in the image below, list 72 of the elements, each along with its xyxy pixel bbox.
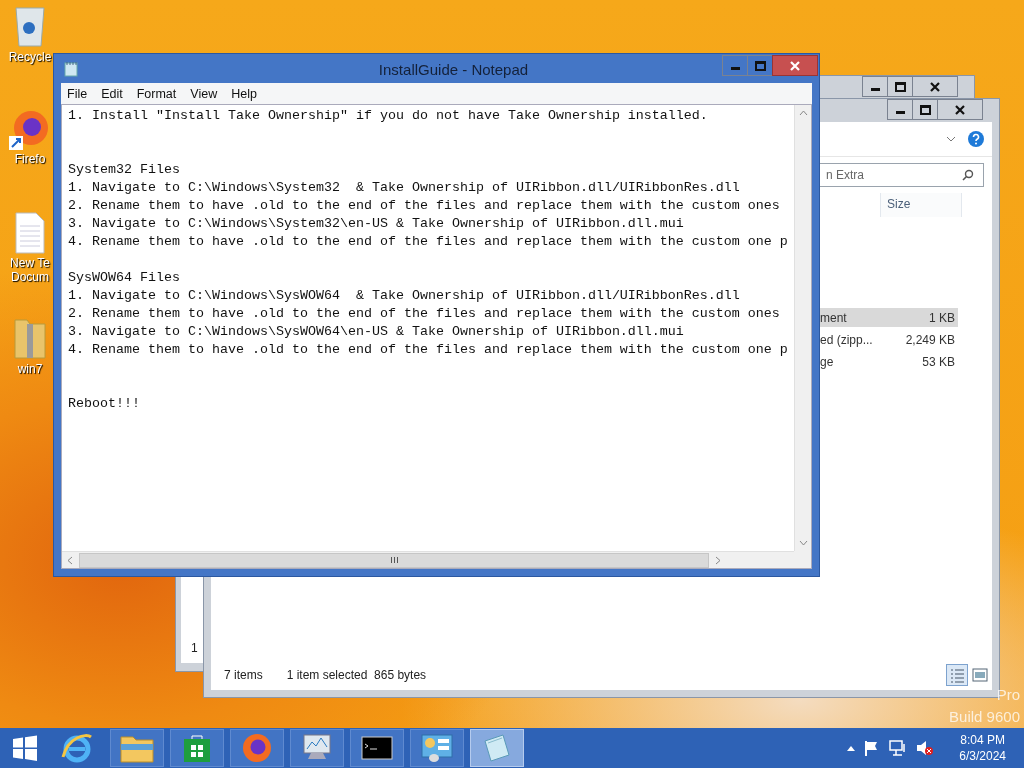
text-line: 4. Rename them to have .old to the end of the files and replace them with the custom one p bbox=[68, 233, 788, 251]
watermark-text: Pro bbox=[996, 685, 1020, 705]
command-prompt-icon bbox=[361, 736, 393, 760]
chevron-down-icon[interactable] bbox=[946, 136, 956, 142]
text-line: 1. Navigate to C:\Windows\SysWOW64 & Take Ownership of UIRibbon.dll/UIRibbonRes.dll bbox=[68, 287, 741, 305]
browser-e-icon bbox=[60, 731, 94, 765]
clock[interactable]: 8:04 PM 6/3/2024 bbox=[959, 732, 1006, 764]
column-header[interactable]: Size bbox=[880, 193, 962, 217]
text-line: System32 Files bbox=[68, 161, 181, 179]
taskbar-button[interactable] bbox=[410, 729, 464, 767]
close-icon bbox=[955, 104, 965, 115]
taskbar-button[interactable] bbox=[170, 729, 224, 767]
control-panel-icon bbox=[420, 733, 454, 763]
menu-item[interactable]: View bbox=[190, 86, 218, 101]
text-line: 1. Install "Install Take Ownership" if you do not have Take Ownership installed. bbox=[68, 107, 709, 125]
menu-item[interactable]: Edit bbox=[101, 86, 123, 101]
text-line: SysWOW64 Files bbox=[68, 269, 181, 287]
close-button[interactable] bbox=[772, 55, 818, 76]
notepad-icon bbox=[64, 60, 78, 77]
minimize-button[interactable] bbox=[862, 76, 888, 97]
file-row[interactable]: ed (zipp... 2,249 KB bbox=[818, 330, 958, 349]
search-icon[interactable] bbox=[962, 169, 974, 181]
minimize-button[interactable] bbox=[887, 99, 913, 120]
text-line: 2. Rename them to have .old to the end of the files and replace them with the custom ones bbox=[68, 305, 781, 323]
show-hidden-icons-icon[interactable] bbox=[847, 745, 856, 751]
watermark-text: Build 9600 bbox=[949, 707, 1020, 727]
text-line: 3. Navigate to C:\Windows\System32\en-US & Take Ownership of UIRibbon.dll.mui bbox=[68, 215, 685, 233]
file-size: 2,249 KB bbox=[905, 332, 955, 347]
file-name: ge bbox=[819, 354, 834, 369]
file-name: ed (zipp... bbox=[819, 332, 873, 347]
menu-item[interactable]: Help bbox=[231, 86, 257, 101]
large-icons-view-icon[interactable] bbox=[972, 668, 988, 682]
file-size: 53 KB bbox=[922, 354, 955, 369]
firefox-icon[interactable] bbox=[9, 108, 51, 150]
maximize-button[interactable] bbox=[912, 99, 938, 120]
vertical-scrollbar[interactable] bbox=[794, 105, 811, 551]
file-name: ment bbox=[819, 310, 847, 325]
close-button[interactable] bbox=[912, 76, 958, 97]
text-line: Reboot!!! bbox=[68, 395, 141, 413]
text-line: 1. Navigate to C:\Windows\System32 & Take Ownership of UIRibbon.dll/UIRibbonRes.dll bbox=[68, 179, 741, 197]
taskbar-button[interactable] bbox=[290, 729, 344, 767]
recycle-bin-icon[interactable] bbox=[12, 4, 48, 48]
muted-speaker-icon[interactable] bbox=[916, 740, 935, 756]
file-list-text: 1 bbox=[191, 641, 198, 655]
clock-time: 8:04 PM bbox=[960, 732, 1005, 748]
windows-logo-icon[interactable] bbox=[12, 735, 38, 761]
file-row[interactable]: ment 1 KB bbox=[818, 308, 958, 327]
close-icon bbox=[790, 60, 800, 71]
notepad-icon bbox=[482, 733, 512, 763]
folder-icon bbox=[120, 733, 154, 763]
help-icon[interactable] bbox=[968, 131, 984, 147]
status-item-count: 7 items bbox=[224, 668, 263, 682]
file-size: 1 KB bbox=[929, 310, 955, 325]
menu-item[interactable]: Format bbox=[136, 86, 177, 101]
close-icon bbox=[930, 81, 940, 92]
taskbar-button[interactable] bbox=[350, 729, 404, 767]
shopping-bag-icon bbox=[183, 733, 211, 763]
text-line: 4. Rename them to have .old to the end of the files and replace them with the custom one p bbox=[68, 341, 788, 359]
search-field[interactable]: n Extra bbox=[819, 163, 984, 187]
close-button[interactable] bbox=[937, 99, 983, 120]
text-line: 2. Rename them to have .old to the end of the files and replace them with the custom ones bbox=[68, 197, 781, 215]
window-title: InstallGuide - Notepad bbox=[378, 61, 529, 78]
clock-date: 6/3/2024 bbox=[959, 748, 1006, 764]
firefox-icon bbox=[241, 732, 273, 764]
menu-item[interactable]: File bbox=[67, 86, 88, 101]
scrollbar-thumb[interactable] bbox=[79, 552, 709, 568]
network-icon[interactable] bbox=[889, 740, 908, 756]
horizontal-scrollbar[interactable] bbox=[62, 551, 794, 568]
status-selection: 1 item selected 865 bytes bbox=[286, 668, 427, 682]
file-row[interactable]: ge 53 KB bbox=[818, 352, 958, 371]
maximize-button[interactable] bbox=[887, 76, 913, 97]
text-line: 3. Navigate to C:\Windows\SysWOW64\en-US & Take Ownership of UIRibbon.dll.mui bbox=[68, 323, 685, 341]
